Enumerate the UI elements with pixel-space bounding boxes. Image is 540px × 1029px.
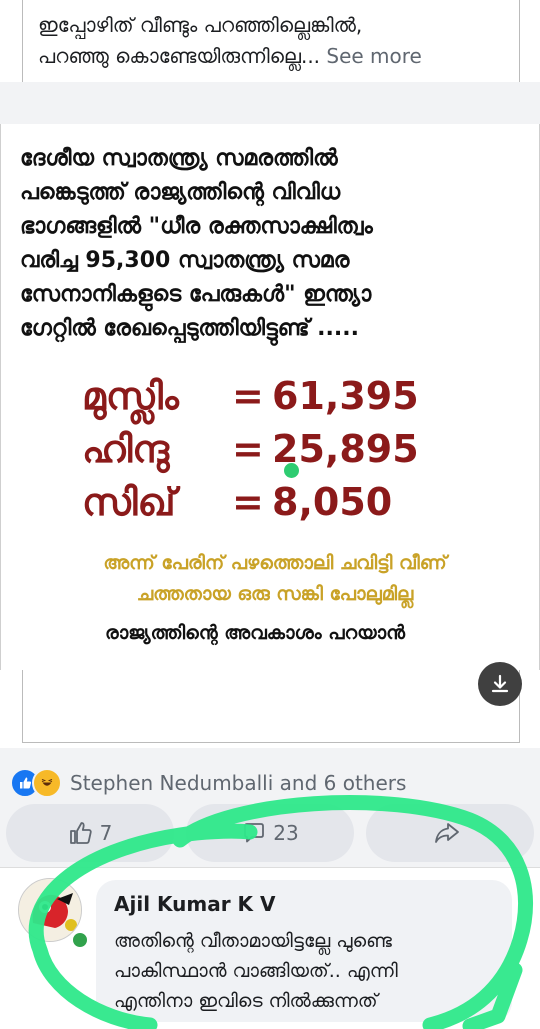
comment-count: 23 bbox=[273, 821, 299, 845]
stat-label: ഹിന്ദു bbox=[82, 427, 170, 471]
image-bottom-border bbox=[0, 670, 540, 748]
image-text-block: ദേശീയ സ്വാതന്ത്ര്യ സമരത്തിൽ പങ്കെടുത്ത് … bbox=[20, 142, 530, 346]
stat-equals: = bbox=[232, 374, 264, 418]
share-button[interactable] bbox=[366, 804, 534, 862]
feed-gap bbox=[0, 82, 540, 124]
image-line: ഗേറ്റിൽ രേഖപ്പെടുത്തിയിട്ടുണ്ട് ..... bbox=[20, 316, 359, 341]
post-image[interactable]: ദേശീയ സ്വാതന്ത്ര്യ സമരത്തിൽ പങ്കെടുത്ത് … bbox=[0, 124, 540, 670]
comment: Ajil Kumar K V അതിന്റെ വീതാമായിട്ടല്ലേ പ… bbox=[0, 868, 540, 1029]
see-more-link[interactable]: See more bbox=[326, 44, 421, 68]
previous-post-card: ഇപ്പോഴിത് വീണ്ടും പറഞ്ഞില്ലെങ്കിൽ, പറഞ്ഞ… bbox=[0, 0, 540, 82]
download-button[interactable] bbox=[478, 662, 522, 706]
like-button[interactable]: 7 bbox=[6, 804, 174, 862]
stat-row-hindu: ഹിന്ദു = 25,895 bbox=[82, 423, 462, 476]
comment-author[interactable]: Ajil Kumar K V bbox=[114, 892, 276, 916]
image-line: ദേശീയ സ്വാതന്ത്ര്യ സമരത്തിൽ bbox=[20, 146, 338, 171]
previous-post-line1: ഇപ്പോഴിത് വീണ്ടും പറഞ്ഞില്ലെങ്കിൽ, bbox=[38, 13, 363, 37]
comment-icon bbox=[244, 823, 265, 843]
share-icon bbox=[435, 823, 459, 843]
reactions-summary[interactable]: Stephen Nedumballi and 6 others bbox=[10, 766, 406, 800]
image-line: ഭാഗങ്ങളിൽ "ധീര രക്തസാക്ഷിത്വം bbox=[20, 214, 373, 239]
stat-equals: = bbox=[232, 480, 264, 524]
green-dot-marker bbox=[284, 463, 299, 478]
previous-post-text: ഇപ്പോഴിത് വീണ്ടും പറഞ്ഞില്ലെങ്കിൽ, പറഞ്ഞ… bbox=[38, 10, 508, 72]
stat-row-muslim: മുസ്ലിം = 61,395 bbox=[82, 370, 462, 423]
previous-post-line2: പറഞ്ഞു കൊണ്ടേയിരുന്നില്ലെ... bbox=[38, 44, 321, 68]
thumbs-up-icon bbox=[69, 822, 92, 844]
stat-label: സിഖ് bbox=[82, 480, 176, 524]
image-line: സേനാനികളുടെ പേരുകൾ" ഇന്ത്യാ bbox=[20, 282, 372, 307]
image-line: വരിച്ച 95,300 സ്വാതന്ത്ര്യ സമര bbox=[20, 248, 350, 273]
comment-line: പാകിസ്ഥാൻ വാങ്ങിയത്.. എന്നി bbox=[114, 960, 398, 982]
stats-block: മുസ്ലിം = 61,395 ഹിന്ദു = 25,895 സിഖ് = 8,050 bbox=[82, 370, 462, 529]
stat-value: 61,395 bbox=[272, 374, 419, 418]
stat-value: 8,050 bbox=[272, 480, 393, 524]
comment-line: എന്തിനാ ഇവിടെ നിൽക്കുന്നത് bbox=[114, 990, 378, 1012]
stat-row-sikh: സിഖ് = 8,050 bbox=[82, 476, 462, 529]
tagline-gold: അന്ന് പേരിന് പഴത്തൊലി ചവിട്ടി വീണ് ചത്തത… bbox=[20, 548, 530, 610]
download-icon bbox=[491, 674, 509, 693]
stat-equals: = bbox=[232, 427, 264, 471]
avatar[interactable] bbox=[18, 878, 82, 942]
stat-label: മുസ്ലിം bbox=[82, 374, 179, 418]
post-frame-bottom bbox=[22, 670, 520, 743]
tagline-black: രാജ്യത്തിന്റെ അവകാശം പറയാൻ bbox=[104, 622, 406, 644]
comment-button[interactable]: 23 bbox=[186, 804, 354, 862]
like-count: 7 bbox=[99, 821, 113, 845]
comment-line: അതിന്റെ വീതാമായിട്ടല്ലേ പുണ്ടെ bbox=[114, 930, 392, 952]
online-status-dot bbox=[71, 931, 89, 949]
reactions-text: Stephen Nedumballi and 6 others bbox=[70, 771, 407, 795]
comment-text: അതിന്റെ വീതാമായിട്ടല്ലേ പുണ്ടെ പാകിസ്ഥാൻ… bbox=[114, 926, 508, 1016]
tagline-line: ചത്തതായ ഒരു സങ്കി പോലുമില്ല bbox=[136, 583, 414, 605]
image-line: പങ്കെടുത്ത് രാജ്യത്തിന്റെ വിവിധ bbox=[20, 180, 341, 205]
action-bar: 7 23 bbox=[0, 804, 540, 864]
comment-bubble[interactable]: Ajil Kumar K V അതിന്റെ വീതാമായിട്ടല്ലേ പ… bbox=[96, 880, 512, 1022]
haha-icon bbox=[32, 768, 62, 798]
tagline-line: അന്ന് പേരിന് പഴത്തൊലി ചവിട്ടി വീണ് bbox=[103, 552, 447, 574]
